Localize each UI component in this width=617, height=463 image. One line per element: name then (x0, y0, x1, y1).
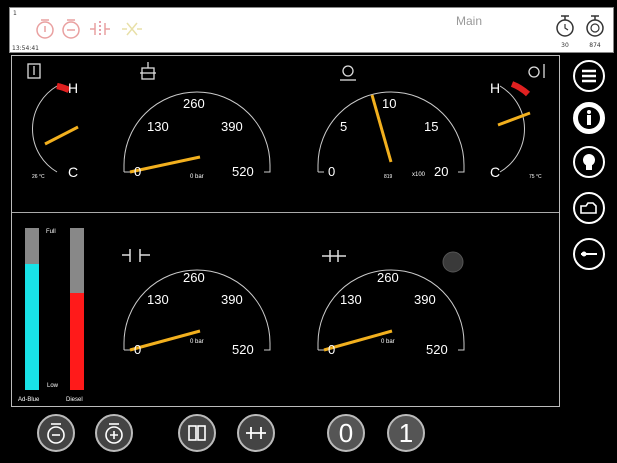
rpm-tick-10: 10 (382, 96, 396, 111)
oil-temp-icon (528, 64, 545, 78)
pressure-2-tick-390: 390 (221, 292, 243, 307)
tank-low-label: Low (47, 383, 59, 389)
pressure-3-tick-390: 390 (414, 292, 436, 307)
pressure-2-tick-520: 520 (232, 342, 254, 357)
axle-icon (246, 427, 266, 439)
coolant-low-label: C (68, 164, 78, 180)
diesel-label: Diesel (66, 397, 83, 403)
lights-button[interactable] (573, 146, 605, 178)
tandem-icon (188, 425, 206, 441)
diesel-level-bar (70, 292, 84, 390)
pressure-gauge-1: 0 130 260 390 520 0 bar (123, 62, 271, 180)
pressure-1-tick-390: 390 (221, 119, 243, 134)
zero-button[interactable]: 0 (327, 414, 365, 452)
menu-icon (582, 69, 596, 83)
oil-temp-text: 75 °C (529, 174, 542, 180)
pressure-2-unit: 0 bar (190, 339, 204, 345)
pressure-2-tick-0: 0 (134, 342, 141, 357)
pressure-3-tick-0: 0 (328, 342, 335, 357)
coolant-temp-icon (27, 63, 41, 79)
rpm-tick-5: 5 (340, 119, 347, 134)
pressure-3-tick-520: 520 (426, 342, 448, 357)
adblue-level-bar (25, 263, 39, 390)
pressure-1-tick-0: 0 (134, 164, 141, 179)
pressure-gauge-2: 0 130 260 390 520 0 bar (122, 249, 271, 357)
pressure-gauge-1-icon (140, 62, 156, 80)
pressure-3-tick-130: 130 (340, 292, 362, 307)
pressure-1-tick-130: 130 (147, 119, 169, 134)
engine-button[interactable] (573, 192, 605, 224)
rpm-engine-icon (340, 65, 356, 81)
coolant-temp-gauge: H C 26 °C (27, 63, 79, 180)
lever-icon (581, 251, 597, 257)
adblue-label: Ad-Blue (18, 397, 40, 403)
info-button[interactable] (573, 102, 605, 134)
one-button[interactable]: 1 (387, 414, 425, 452)
pressure-gauge-3: 0 130 260 390 520 0 bar (317, 250, 465, 357)
axle-icon (322, 250, 346, 262)
engine-start-button[interactable] (95, 414, 133, 452)
engine-off-icon (47, 423, 65, 444)
oil-high-label: H (490, 80, 500, 96)
rpm-reading: 819 (384, 174, 393, 180)
tandem-pump-button[interactable] (178, 414, 216, 452)
lightbulb-icon (583, 154, 595, 170)
bottom-toolbar (0, 407, 617, 463)
rpm-tick-15: 15 (424, 119, 438, 134)
tandem-pump-icon (122, 249, 150, 262)
pressure-1-tick-260: 260 (183, 96, 205, 111)
pressure-3-unit: 0 bar (381, 339, 395, 345)
pressure-2-tick-130: 130 (147, 292, 169, 307)
lever-button[interactable] (573, 238, 605, 270)
axle-button[interactable] (237, 414, 275, 452)
rpm-tick-0: 0 (328, 164, 335, 179)
coolant-temp-text: 26 °C (32, 174, 45, 180)
engine-off-button[interactable] (37, 414, 75, 452)
menu-button[interactable] (573, 60, 605, 92)
diesel-tank (70, 228, 84, 390)
info-icon (578, 107, 600, 129)
adblue-tank (25, 228, 39, 390)
status-indicator-light (442, 251, 464, 273)
oil-temp-gauge: H C 75 °C (490, 64, 545, 180)
engine-icon (580, 202, 597, 214)
engine-plus-icon (105, 423, 123, 444)
gauges-layer: H C 26 °C 0 130 260 390 520 0 bar 0 5 10… (27, 62, 545, 357)
pressure-1-unit: 0 bar (190, 174, 204, 180)
pressure-1-tick-520: 520 (232, 164, 254, 179)
oil-low-label: C (490, 164, 500, 180)
rpm-multiplier: x100 (412, 172, 426, 178)
tank-full-label: Full (46, 229, 56, 235)
rpm-tick-20: 20 (434, 164, 448, 179)
pressure-3-tick-260: 260 (377, 270, 399, 285)
rpm-gauge: 0 5 10 15 20 819 x100 (317, 65, 465, 180)
pressure-2-tick-260: 260 (183, 270, 205, 285)
coolant-high-label: H (68, 80, 78, 96)
